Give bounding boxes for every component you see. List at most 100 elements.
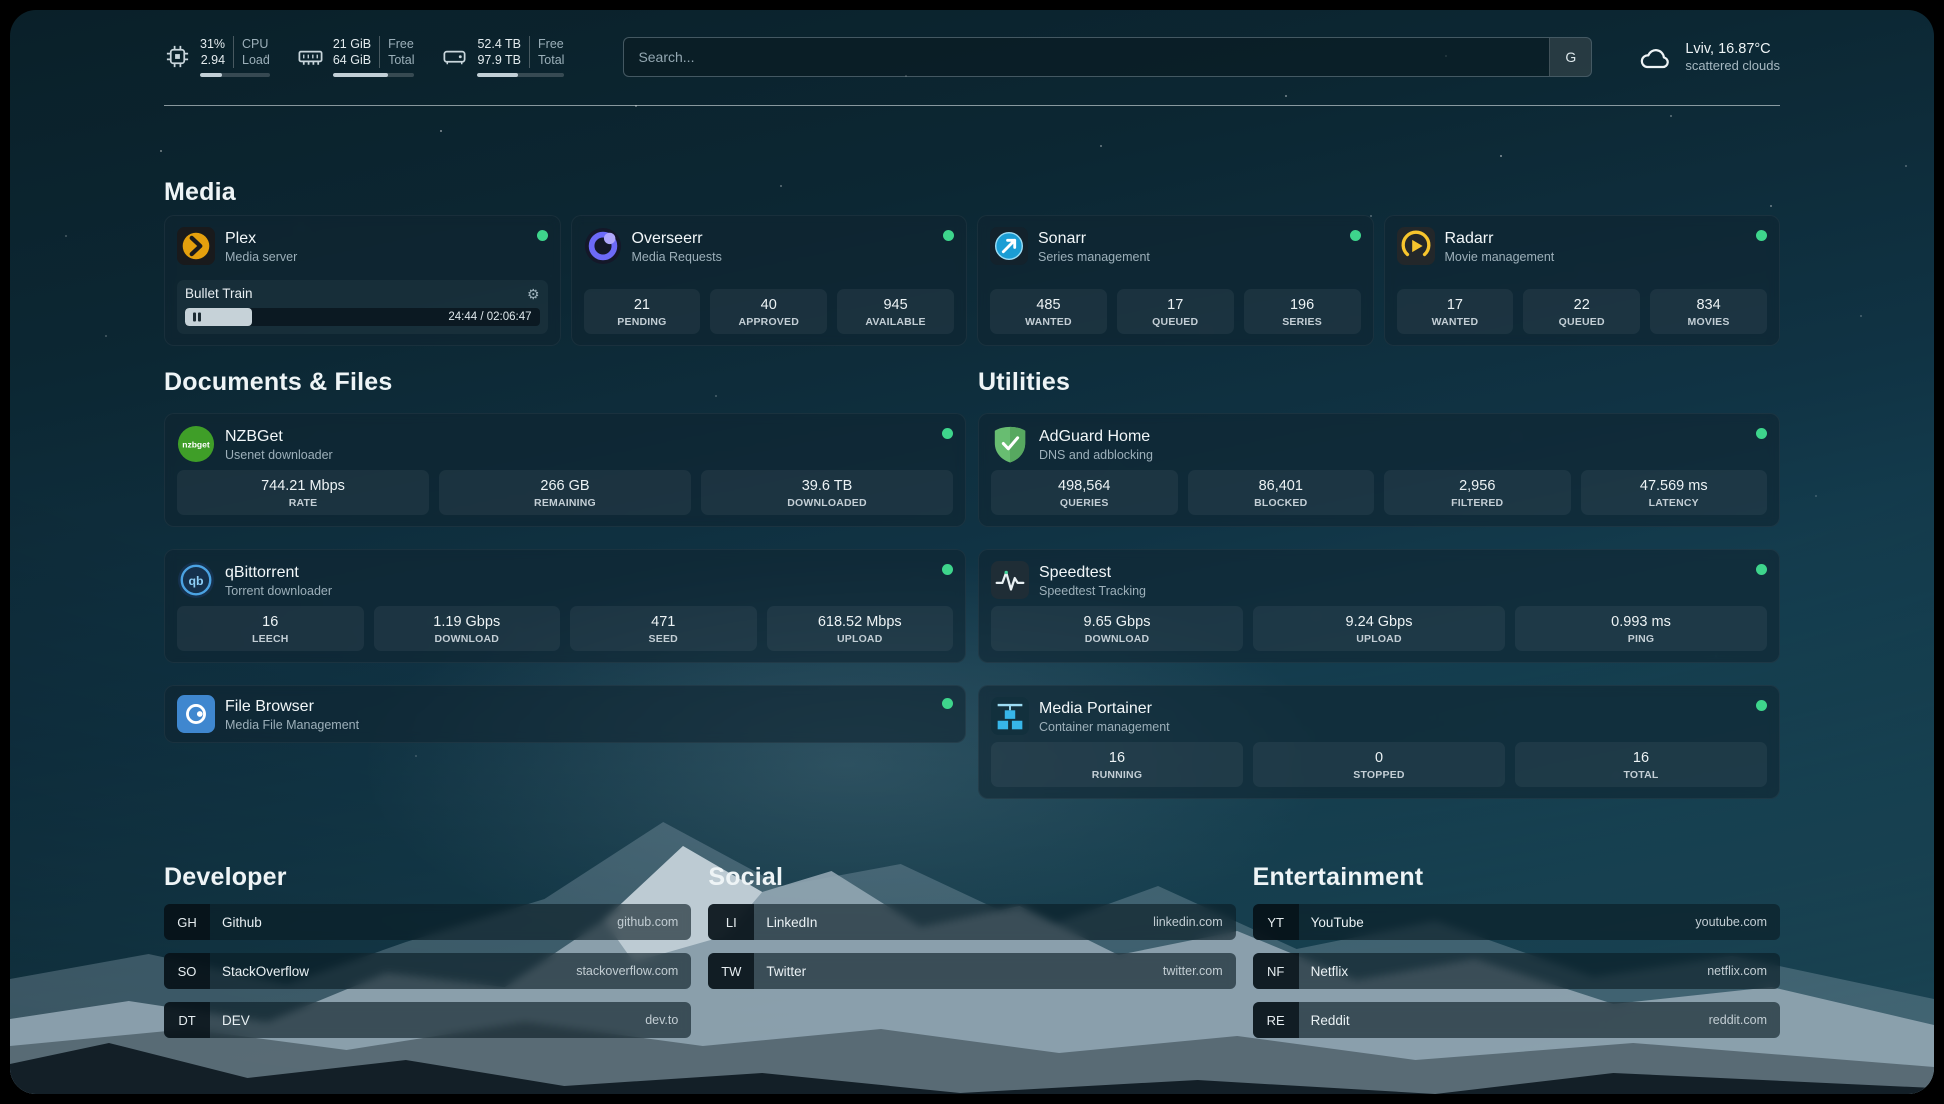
service-description: Media File Management [225,718,932,732]
pause-button[interactable] [191,311,203,324]
disk-stats: 52.4 TB Free 97.9 TB Total [477,36,564,77]
radarr-icon [1397,227,1435,265]
bookmark-github[interactable]: GH Github github.com [164,904,691,940]
memory-free-label: Free [379,36,414,52]
stat-box: 17 WANTED [1397,289,1514,334]
service-card-portainer[interactable]: Media Portainer Container management 16 … [978,685,1780,799]
bookmark-reddit[interactable]: RE Reddit reddit.com [1253,1002,1780,1038]
service-card-qbittorrent[interactable]: qb qBittorrent Torrent downloader 16 LEE… [164,549,966,663]
service-description: Speedtest Tracking [1039,584,1746,598]
dashboard-page: 31% CPU 2.94 Load [10,10,1934,1094]
bookmark-name: Reddit [1299,1013,1709,1028]
service-card-radarr[interactable]: Radarr Movie management 17 WANTED 22 QUE… [1384,215,1781,346]
service-card-filebrowser[interactable]: File Browser Media File Management [164,685,966,743]
status-dot [942,564,953,575]
status-dot [1756,700,1767,711]
utilities-column: Utilities AdGuard Home [978,368,1780,799]
media-card-grid: Plex Media server Bullet Train ⚙ 24:44 /… [164,215,1780,346]
plex-icon [177,227,215,265]
memory-widget: 21 GiB Free 64 GiB Total [297,36,415,77]
weather-widget[interactable]: Lviv, 16.87°C scattered clouds [1636,40,1780,74]
adguard-shield-icon [991,425,1029,463]
stat-box: 22 QUEUED [1523,289,1640,334]
cpu-percent: 31% [200,36,225,52]
cpu-chip-icon [164,43,191,70]
memory-free-value: 21 GiB [333,36,371,52]
cpu-load-value: 2.94 [200,52,225,68]
playback-time: 24:44 / 02:06:47 [448,311,531,323]
qbittorrent-icon: qb [177,561,215,599]
portainer-icon [991,697,1029,735]
service-description: Container management [1039,720,1746,734]
filebrowser-icon [177,695,215,733]
bookmark-netflix[interactable]: NF Netflix netflix.com [1253,953,1780,989]
memory-total-value: 64 GiB [333,52,371,68]
bookmark-url: linkedin.com [1153,915,1235,929]
cpu-load-label: Load [233,52,270,68]
service-card-speedtest[interactable]: Speedtest Speedtest Tracking 9.65 Gbps D… [978,549,1780,663]
service-description: Torrent downloader [225,584,932,598]
status-dot [1756,564,1767,575]
stat-box: 9.65 Gbps DOWNLOAD [991,606,1243,651]
nzbget-icon: nzbget [177,425,215,463]
disk-free-value: 52.4 TB [477,36,521,52]
bookmark-stackoverflow[interactable]: SO StackOverflow stackoverflow.com [164,953,691,989]
memory-ram-icon [297,43,324,70]
status-dot [943,230,954,241]
bookmark-abbr: RE [1253,1002,1299,1038]
service-card-sonarr[interactable]: Sonarr Series management 485 WANTED 17 Q… [977,215,1374,346]
status-dot [1756,230,1767,241]
service-card-adguard[interactable]: AdGuard Home DNS and adblocking 498,564 … [978,413,1780,527]
stat-box: 47.569 ms LATENCY [1581,470,1768,515]
service-name: Plex [225,229,527,248]
status-dot [942,698,953,709]
service-description: Usenet downloader [225,448,932,462]
weather-condition: scattered clouds [1685,58,1780,74]
stat-box: 945 AVAILABLE [837,289,954,334]
cpu-widget: 31% CPU 2.94 Load [164,36,270,77]
disk-drive-icon [441,43,468,70]
cloud-icon [1636,42,1674,72]
overseerr-icon [584,227,622,265]
bookmark-dev[interactable]: DT DEV dev.to [164,1002,691,1038]
service-name: Media Portainer [1039,699,1746,718]
playback-progress-bar[interactable]: 24:44 / 02:06:47 [185,308,540,326]
bookmark-group-social: Social LI LinkedIn linkedin.com TW Twitt… [708,863,1235,1051]
bookmark-abbr: YT [1253,904,1299,940]
service-card-nzbget[interactable]: nzbget NZBGet Usenet downloader 744.21 M… [164,413,966,527]
status-dot [942,428,953,439]
bookmark-youtube[interactable]: YT YouTube youtube.com [1253,904,1780,940]
now-playing-box: Bullet Train ⚙ 24:44 / 02:06:47 [177,280,548,334]
status-dot [1756,428,1767,439]
stat-box: 2,956 FILTERED [1384,470,1571,515]
stat-box: 16 LEECH [177,606,364,651]
bookmark-abbr: DT [164,1002,210,1038]
stat-box: 16 RUNNING [991,742,1243,787]
memory-total-label: Total [379,52,414,68]
bookmark-url: github.com [617,915,691,929]
speedtest-icon [991,561,1029,599]
search-input[interactable] [624,38,1549,76]
service-description: Media server [225,250,527,264]
bookmark-url: stackoverflow.com [576,964,691,978]
cpu-label: CPU [233,36,270,52]
bookmark-twitter[interactable]: TW Twitter twitter.com [708,953,1235,989]
section-title-utilities: Utilities [978,368,1780,397]
service-name: File Browser [225,697,932,716]
sonarr-icon [990,227,1028,265]
search-provider-button[interactable]: G [1549,38,1591,76]
service-card-plex[interactable]: Plex Media server Bullet Train ⚙ 24:44 /… [164,215,561,346]
stat-box: 266 GB REMAINING [439,470,691,515]
section-title-social: Social [708,863,1235,892]
bookmark-name: Netflix [1299,964,1708,979]
service-name: Sonarr [1038,229,1340,248]
stat-box: 17 QUEUED [1117,289,1234,334]
settings-gear-icon[interactable]: ⚙ [527,287,540,301]
bookmark-linkedin[interactable]: LI LinkedIn linkedin.com [708,904,1235,940]
stat-box: 744.21 Mbps RATE [177,470,429,515]
service-name: AdGuard Home [1039,427,1746,446]
disk-total-label: Total [529,52,564,68]
section-title-developer: Developer [164,863,691,892]
service-card-overseerr[interactable]: Overseerr Media Requests 21 PENDING 40 A… [571,215,968,346]
stat-box: 16 TOTAL [1515,742,1767,787]
